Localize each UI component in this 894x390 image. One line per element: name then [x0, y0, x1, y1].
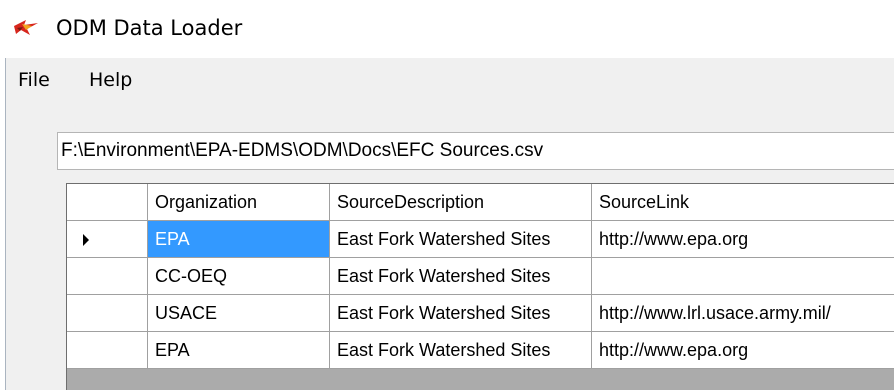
column-header-source-link[interactable]: SourceLink	[592, 184, 894, 221]
column-header-source-description[interactable]: SourceDescription	[330, 184, 592, 221]
row-header[interactable]	[67, 221, 148, 258]
menu-file[interactable]: File	[18, 69, 50, 91]
row-header[interactable]	[67, 295, 148, 332]
grid-corner-header[interactable]	[67, 184, 148, 221]
cell-source-link[interactable]: http://www.epa.org	[592, 332, 894, 369]
odm-app-icon[interactable]	[12, 14, 42, 42]
cell-organization[interactable]: EPA	[148, 221, 330, 258]
cell-source-link[interactable]	[592, 258, 894, 295]
odm-data-loader-window: ODM Data Loader File Help Organization S…	[0, 0, 894, 390]
column-header-organization[interactable]: Organization	[148, 184, 330, 221]
file-path-input[interactable]	[60, 133, 891, 169]
cell-source-link[interactable]: http://www.epa.org	[592, 221, 894, 258]
file-path-box[interactable]	[57, 132, 894, 170]
cell-source-description[interactable]: East Fork Watershed Sites	[330, 295, 592, 332]
row-header[interactable]	[67, 332, 148, 369]
cell-source-link[interactable]: http://www.lrl.usace.army.mil/	[592, 295, 894, 332]
cell-source-description[interactable]: East Fork Watershed Sites	[330, 258, 592, 295]
window-title: ODM Data Loader	[56, 16, 243, 40]
cell-organization[interactable]: CC-OEQ	[148, 258, 330, 295]
row-header[interactable]	[67, 258, 148, 295]
menu-help[interactable]: Help	[89, 69, 132, 91]
cell-organization[interactable]: EPA	[148, 332, 330, 369]
title-bar[interactable]: ODM Data Loader	[0, 0, 894, 58]
menu-bar: File Help	[6, 58, 894, 102]
cell-source-description[interactable]: East Fork Watershed Sites	[330, 332, 592, 369]
cell-source-description[interactable]: East Fork Watershed Sites	[330, 221, 592, 258]
current-row-arrow-icon	[83, 234, 89, 246]
cell-organization[interactable]: USACE	[148, 295, 330, 332]
window-frame-left	[0, 58, 6, 390]
data-grid[interactable]: Organization SourceDescription SourceLin…	[66, 183, 894, 390]
